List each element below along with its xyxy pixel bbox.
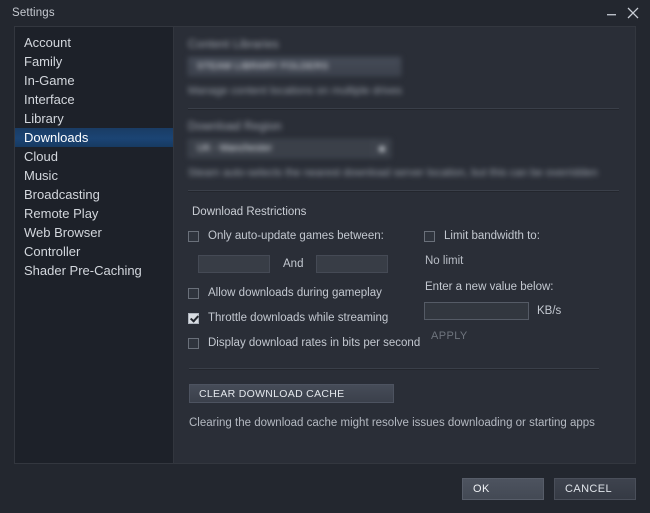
- chevron-down-icon[interactable]: [373, 140, 390, 157]
- bandwidth-current-status: No limit: [425, 255, 464, 267]
- section-divider-2: [188, 190, 619, 192]
- downloads-panel: Content Libraries STEAM LIBRARY FOLDERS …: [173, 26, 636, 464]
- sidebar-item-shader-pre-caching[interactable]: Shader Pre-Caching: [15, 261, 173, 280]
- download-region-hint: Steam auto-selects the nearest download …: [188, 167, 598, 179]
- auto-update-end-time-input[interactable]: [316, 255, 389, 273]
- download-restrictions-heading: Download Restrictions: [192, 206, 307, 218]
- clear-download-cache-hint: Clearing the download cache might resolv…: [189, 417, 595, 429]
- bandwidth-new-value-label: Enter a new value below:: [425, 281, 554, 293]
- cancel-button[interactable]: CANCEL: [554, 477, 636, 500]
- settings-window: Settings Account Family In-Game Interfac…: [0, 0, 650, 513]
- title-bar: Settings: [0, 0, 650, 26]
- auto-update-checkbox[interactable]: [188, 230, 199, 242]
- sidebar-item-controller[interactable]: Controller: [15, 242, 173, 261]
- allow-downloads-gameplay-label: Allow downloads during gameplay: [208, 287, 382, 299]
- restrictions-left-column: Only auto-update games between: And Allo…: [188, 230, 420, 362]
- content-libraries-hint: Manage content locations on multiple dri…: [188, 85, 403, 97]
- download-region-value: UK - Manchester: [197, 143, 273, 154]
- section-divider-1: [188, 108, 619, 110]
- throttle-streaming-label: Throttle downloads while streaming: [208, 312, 389, 324]
- settings-sidebar: Account Family In-Game Interface Library…: [14, 26, 173, 464]
- content-libraries-heading: Content Libraries: [188, 39, 279, 51]
- download-region-select[interactable]: UK - Manchester: [188, 139, 391, 158]
- throttle-streaming-row[interactable]: Throttle downloads while streaming: [188, 312, 416, 324]
- allow-downloads-gameplay-checkbox[interactable]: [188, 287, 199, 299]
- allow-downloads-gameplay-row[interactable]: Allow downloads during gameplay: [188, 287, 416, 299]
- sidebar-item-in-game[interactable]: In-Game: [15, 71, 173, 90]
- sidebar-item-broadcasting[interactable]: Broadcasting: [15, 185, 173, 204]
- sidebar-item-downloads[interactable]: Downloads: [15, 128, 173, 147]
- sidebar-item-cloud[interactable]: Cloud: [15, 147, 173, 166]
- restrictions-right-column: Limit bandwidth to: No limit Enter a new…: [416, 230, 619, 362]
- sidebar-item-library[interactable]: Library: [15, 109, 173, 128]
- apply-bandwidth-button[interactable]: APPLY: [431, 330, 619, 342]
- sidebar-item-remote-play[interactable]: Remote Play: [15, 204, 173, 223]
- download-region-section: Download Region UK - Manchester Steam au…: [188, 121, 619, 179]
- display-bits-label: Display download rates in bits per secon…: [208, 337, 421, 349]
- bandwidth-units-label: KB/s: [537, 305, 562, 317]
- clear-download-cache-button[interactable]: CLEAR DOWNLOAD CACHE: [189, 384, 394, 403]
- window-title: Settings: [12, 7, 55, 19]
- auto-update-label: Only auto-update games between:: [208, 230, 384, 242]
- sidebar-item-web-browser[interactable]: Web Browser: [15, 223, 173, 242]
- section-divider-3: [189, 368, 599, 370]
- download-restrictions-columns: Only auto-update games between: And Allo…: [188, 230, 619, 362]
- content-libraries-section: Content Libraries STEAM LIBRARY FOLDERS …: [188, 39, 619, 97]
- auto-update-start-time-input[interactable]: [198, 255, 270, 273]
- dialog-footer: OK CANCEL: [0, 464, 650, 513]
- sidebar-item-account[interactable]: Account: [15, 33, 173, 52]
- ok-button[interactable]: OK: [462, 477, 544, 500]
- close-icon[interactable]: [622, 3, 644, 23]
- settings-body: Account Family In-Game Interface Library…: [0, 26, 650, 464]
- sidebar-item-interface[interactable]: Interface: [15, 90, 173, 109]
- steam-library-folders-button[interactable]: STEAM LIBRARY FOLDERS: [188, 57, 401, 76]
- sidebar-item-family[interactable]: Family: [15, 52, 173, 71]
- throttle-streaming-checkbox[interactable]: [188, 312, 199, 324]
- limit-bandwidth-checkbox[interactable]: [424, 230, 435, 242]
- bandwidth-value-input[interactable]: [424, 302, 529, 320]
- auto-update-time-range: And: [198, 255, 416, 273]
- time-range-separator: And: [283, 258, 304, 270]
- minimize-icon[interactable]: [600, 3, 622, 23]
- download-region-heading: Download Region: [188, 121, 282, 133]
- limit-bandwidth-row[interactable]: Limit bandwidth to:: [424, 230, 619, 242]
- display-bits-checkbox[interactable]: [188, 337, 199, 349]
- auto-update-checkbox-row[interactable]: Only auto-update games between:: [188, 230, 416, 242]
- bandwidth-input-row: KB/s: [424, 302, 619, 320]
- sidebar-item-music[interactable]: Music: [15, 166, 173, 185]
- limit-bandwidth-label: Limit bandwidth to:: [444, 230, 540, 242]
- display-bits-row[interactable]: Display download rates in bits per secon…: [188, 337, 420, 349]
